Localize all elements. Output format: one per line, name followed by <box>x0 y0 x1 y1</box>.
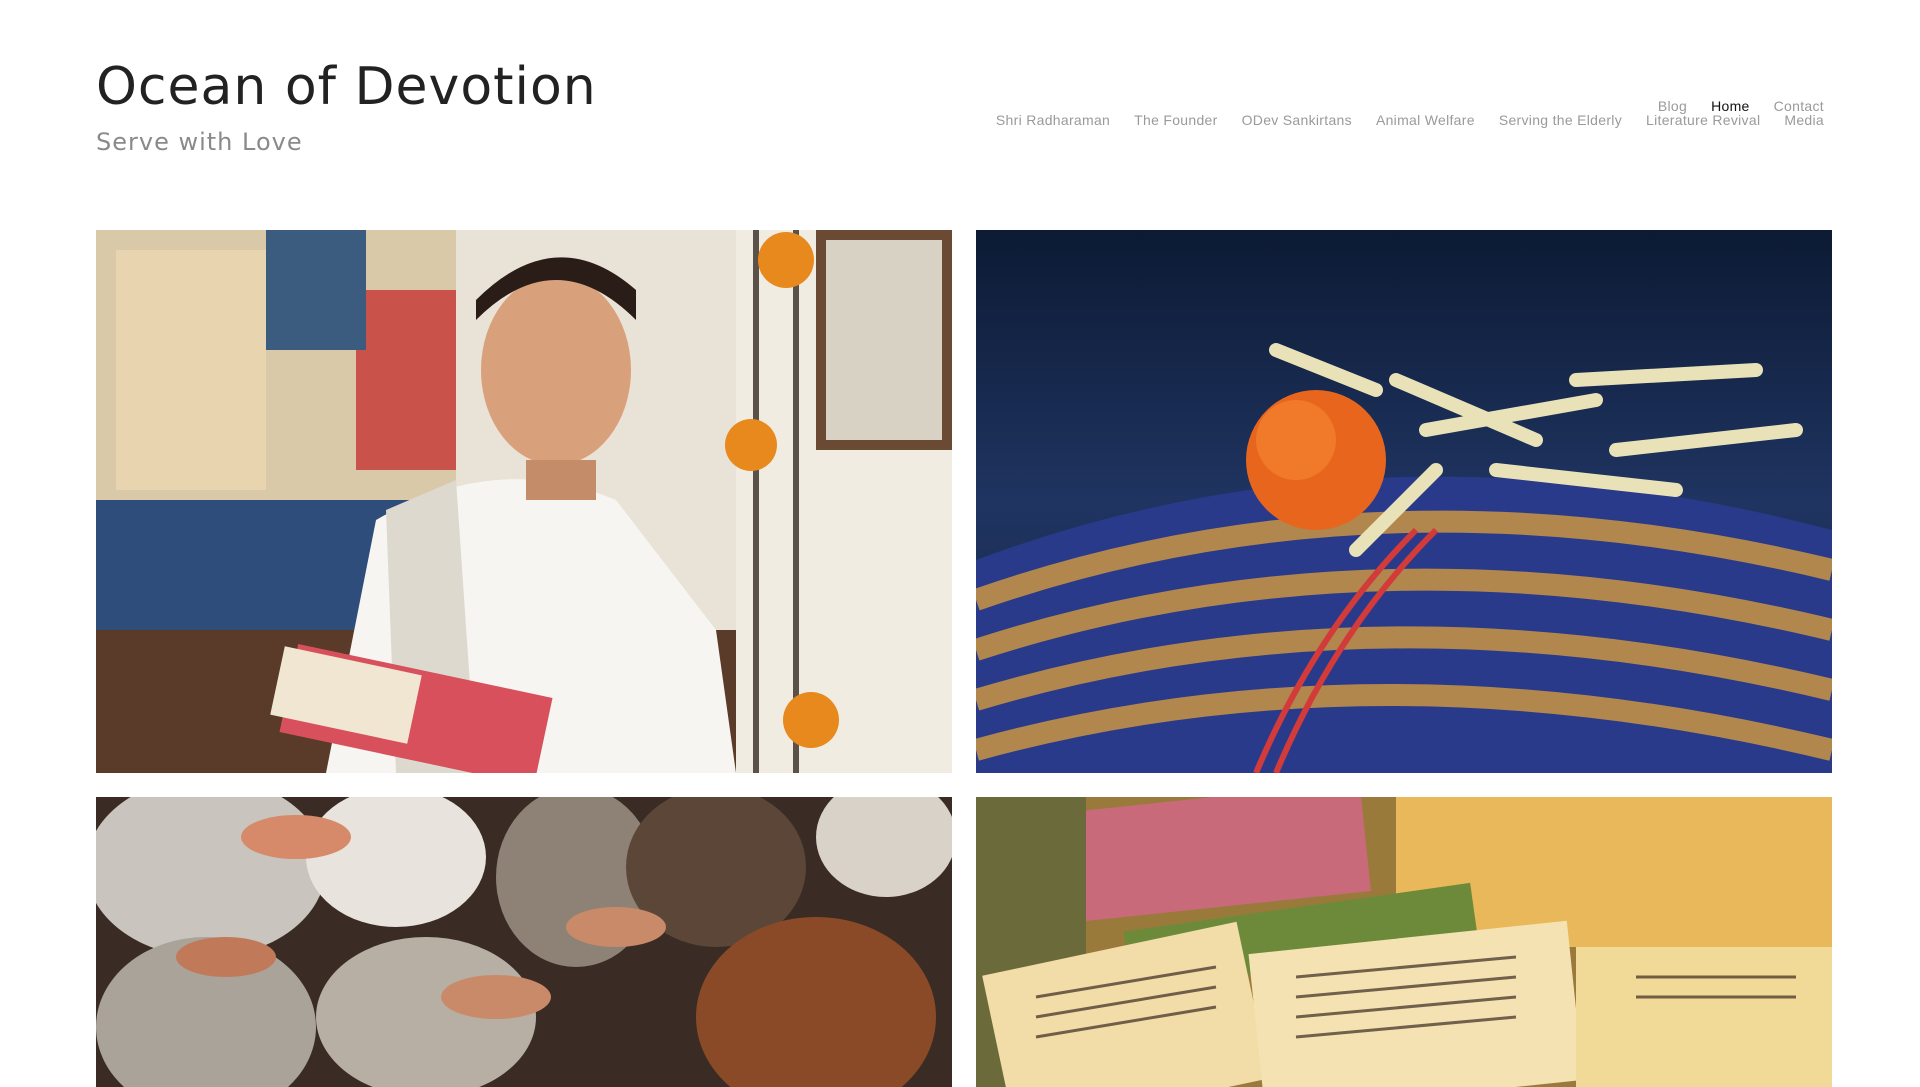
nav-item-the-founder[interactable]: The Founder <box>1134 112 1217 128</box>
founder-portrait-image <box>96 230 952 773</box>
site-tagline: Serve with Love <box>96 128 303 157</box>
nav-item-literature-revival[interactable]: Literature Revival <box>1646 112 1760 128</box>
gallery-tile-manuscript[interactable] <box>976 230 1832 773</box>
nav-primary: Shri Radharaman The Founder ODev Sankirt… <box>996 112 1824 128</box>
nav-item-media[interactable]: Media <box>1784 112 1824 128</box>
old-manuscripts-image <box>976 797 1832 1087</box>
nav-item-animal-welfare[interactable]: Animal Welfare <box>1376 112 1475 128</box>
site-header: Ocean of Devotion Serve with Love <box>96 56 597 156</box>
gallery-tile-calves[interactable] <box>96 797 952 1087</box>
nav-item-serving-the-elderly[interactable]: Serving the Elderly <box>1499 112 1622 128</box>
site-title[interactable]: Ocean of Devotion <box>96 56 597 118</box>
gallery-tile-old-manuscripts[interactable] <box>976 797 1832 1087</box>
gallery-tile-founder[interactable] <box>96 230 952 773</box>
nav-item-odev-sankirtans[interactable]: ODev Sankirtans <box>1242 112 1352 128</box>
gallery-grid <box>96 230 1832 1087</box>
calves-image <box>96 797 952 1087</box>
nav-item-shri-radharaman[interactable]: Shri Radharaman <box>996 112 1110 128</box>
manuscript-flowers-image <box>976 230 1832 773</box>
